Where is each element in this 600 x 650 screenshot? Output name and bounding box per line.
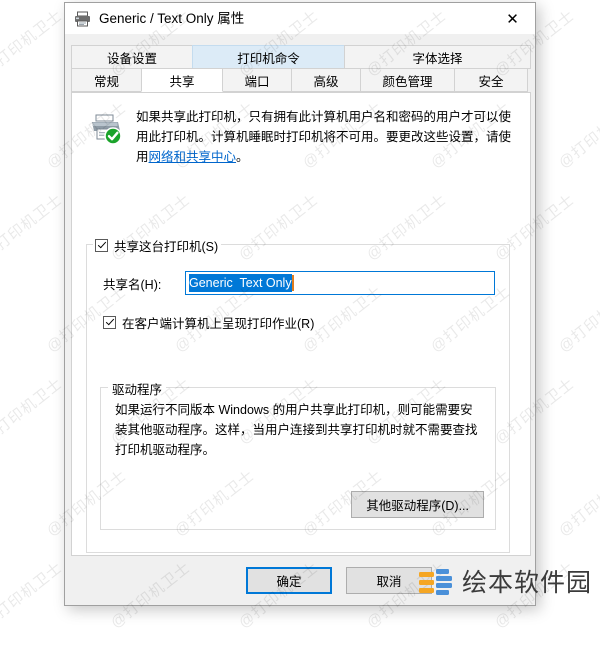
tab-row-upper: 设备设置 打印机命令 字体选择 <box>71 45 531 69</box>
share-name-label: 共享名(H): <box>103 277 162 292</box>
shared-printer-icon <box>88 111 124 145</box>
brand-name: 绘本软件园 <box>461 568 592 597</box>
title-bar: Generic / Text Only 属性 ✕ <box>65 3 535 34</box>
tab-strip: 设备设置 打印机命令 字体选择 常规 共享 端口 高级 颜色管理 安全 <box>71 45 531 92</box>
additional-drivers-button[interactable]: 其他驱动程序(D)... <box>351 491 484 518</box>
tab-upper-1[interactable]: 打印机命令 <box>192 45 345 69</box>
tab-label: 常规 <box>93 74 119 89</box>
share-settings-group: 共享这台打印机(S) 共享名(H): Generic Text Only 在客户… <box>86 236 510 553</box>
tab-lower-1[interactable]: 共享 <box>141 68 223 92</box>
share-name-value: Generic Text Only <box>189 274 292 292</box>
tab-label: 共享 <box>169 74 195 89</box>
printer-properties-dialog: Generic / Text Only 属性 ✕ 设备设置 打印机命令 字体选择 常… <box>64 2 536 606</box>
tab-upper-2[interactable]: 字体选择 <box>344 45 531 69</box>
ok-button[interactable]: 确定 <box>246 567 332 594</box>
tab-lower-5[interactable]: 安全 <box>454 68 528 92</box>
share-name-input[interactable]: Generic Text Only <box>185 271 495 295</box>
tab-label: 安全 <box>478 74 504 89</box>
sharing-info: 如果共享此打印机，只有拥有此计算机用户名和密码的用户才可以使 用此打印机。计算机… <box>72 93 530 167</box>
printer-icon <box>74 11 91 27</box>
text-caret <box>291 275 294 291</box>
tab-upper-0[interactable]: 设备设置 <box>71 45 193 69</box>
driver-line-2: 装其他驱动程序。这样，当用户连接到共享打印机时就不需要查找 <box>115 423 478 437</box>
tab-label: 高级 <box>313 74 339 89</box>
driver-line-3: 打印机驱动程序。 <box>115 443 216 457</box>
share-this-printer-label: 共享这台打印机(S) <box>114 240 219 254</box>
checkbox-box <box>95 239 108 252</box>
tab-label: 字体选择 <box>412 51 463 66</box>
render-jobs-label: 在客户端计算机上呈现打印作业(R) <box>122 317 315 331</box>
additional-drivers-group: 驱动程序 如果运行不同版本 Windows 的用户共享此打印机，则可能需要安 装… <box>100 379 496 530</box>
sharing-info-text: 如果共享此打印机，只有拥有此计算机用户名和密码的用户才可以使 用此打印机。计算机… <box>136 107 511 167</box>
drivers-group-label: 驱动程序 <box>108 379 167 398</box>
tab-label: 颜色管理 <box>382 74 433 89</box>
checkbox-box <box>103 316 116 329</box>
window-title: Generic / Text Only 属性 <box>99 10 245 26</box>
tab-panel-sharing: 如果共享此打印机，只有拥有此计算机用户名和密码的用户才可以使 用此打印机。计算机… <box>71 92 531 556</box>
tab-label: 设备设置 <box>106 51 157 66</box>
tab-label: 打印机命令 <box>237 51 300 66</box>
render-jobs-checkbox[interactable]: 在客户端计算机上呈现打印作业(R) <box>103 313 314 332</box>
share-this-printer-checkbox[interactable]: 共享这台打印机(S) <box>93 236 222 255</box>
network-sharing-center-link[interactable]: 网络和共享中心 <box>149 150 237 164</box>
info-line-3-suffix: 。 <box>236 150 249 164</box>
close-icon[interactable]: ✕ <box>490 3 535 34</box>
tab-lower-3[interactable]: 高级 <box>291 68 361 92</box>
brand-logo-icon <box>418 568 453 598</box>
tab-label: 端口 <box>244 74 270 89</box>
brand-watermark: 绘本软件园 <box>418 568 592 598</box>
info-line-1: 如果共享此打印机，只有拥有此计算机用户名和密码的用户才可以使 <box>136 110 512 124</box>
tab-lower-0[interactable]: 常规 <box>71 68 142 92</box>
share-name-row: 共享名(H): Generic Text Only <box>103 271 495 295</box>
tab-lower-2[interactable]: 端口 <box>222 68 292 92</box>
drivers-description: 如果运行不同版本 Windows 的用户共享此打印机，则可能需要安 装其他驱动程… <box>115 400 479 460</box>
driver-line-1: 如果运行不同版本 Windows 的用户共享此打印机，则可能需要安 <box>115 403 473 417</box>
info-line-2: 用此打印机。计算机睡眠时打印机将不可用。要更改这些设置，请使 <box>136 130 512 144</box>
info-line-3-prefix: 用 <box>136 150 149 164</box>
tab-lower-4[interactable]: 颜色管理 <box>360 68 455 92</box>
tab-row-lower: 常规 共享 端口 高级 颜色管理 安全 <box>71 68 531 92</box>
